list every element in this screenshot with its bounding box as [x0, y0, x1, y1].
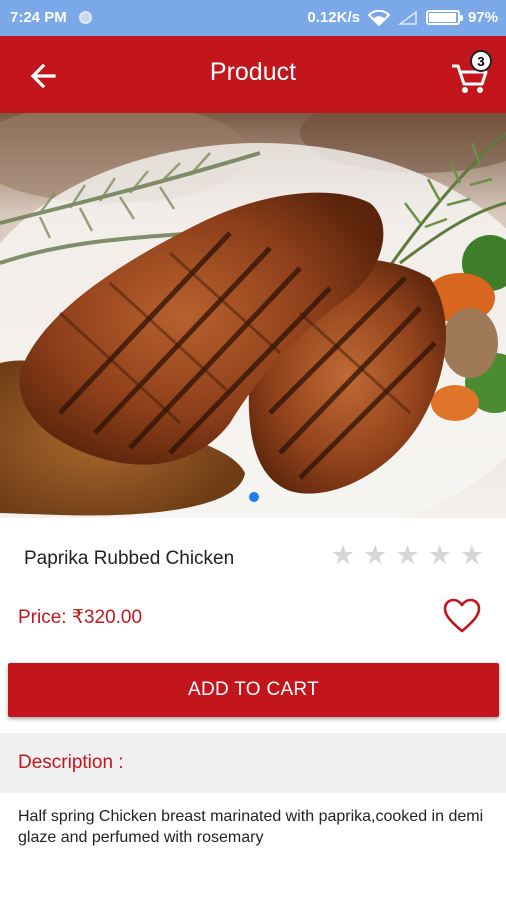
carousel-indicator-dot[interactable]: [249, 492, 259, 502]
network-speed: 0.12K/s: [307, 9, 360, 26]
star-icon[interactable]: ★: [428, 542, 452, 569]
signal-icon: [397, 10, 417, 25]
product-price: Price: ₹320.00: [18, 607, 143, 628]
page-title: Product: [209, 58, 297, 86]
add-to-cart-button[interactable]: ADD TO CART: [8, 663, 499, 717]
description-heading: Description :: [18, 752, 124, 773]
star-icon[interactable]: ★: [460, 542, 484, 569]
wifi-icon: [367, 9, 390, 26]
heart-outline-icon: [443, 598, 481, 633]
cart-count-badge: 3: [470, 50, 492, 72]
battery-fill: [428, 13, 457, 22]
star-icon[interactable]: ★: [331, 542, 355, 569]
status-time: 7:24 PM: [10, 9, 67, 26]
battery-icon: [425, 10, 463, 25]
sync-icon: [79, 11, 92, 24]
description-text: Half spring Chicken breast marinated wit…: [18, 808, 484, 846]
product-name: Paprika Rubbed Chicken: [24, 548, 235, 569]
product-image-carousel[interactable]: [0, 113, 506, 518]
grilled-chicken-photo: [0, 113, 506, 518]
app-bar: Product 3: [0, 36, 506, 113]
star-icon[interactable]: ★: [363, 542, 387, 569]
battery-percent: 97%: [467, 9, 498, 26]
rating-stars[interactable]: ★ ★ ★ ★ ★: [331, 542, 484, 569]
status-bar: 7:24 PM 0.12K/s 97%: [0, 0, 506, 36]
cart-button[interactable]: 3: [446, 50, 494, 98]
status-right-group: 0.12K/s 97%: [307, 9, 498, 26]
wishlist-button[interactable]: [442, 597, 482, 635]
description-header: Description :: [0, 733, 506, 793]
star-icon[interactable]: ★: [395, 542, 419, 569]
